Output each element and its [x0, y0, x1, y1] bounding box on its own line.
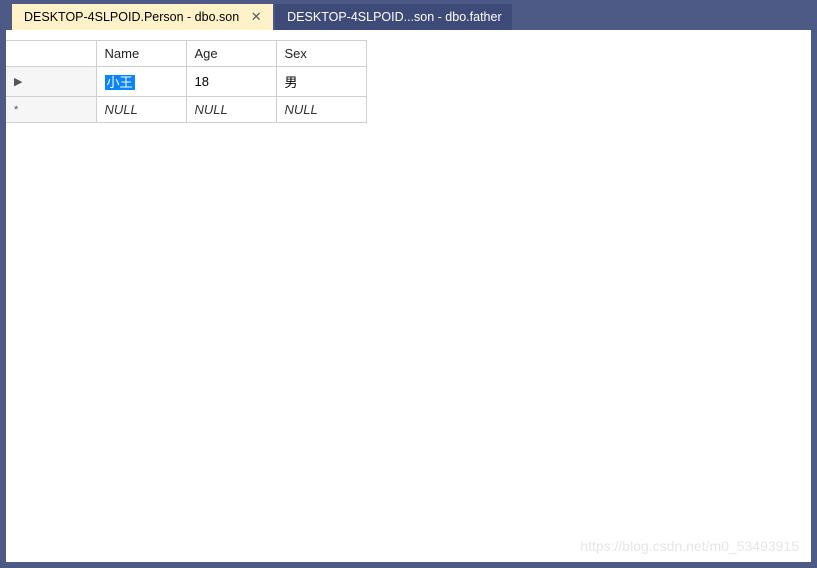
tab-bar: DESKTOP-4SLPOID.Person - dbo.son ✕ DESKT…	[0, 0, 817, 30]
tab-dbo-son[interactable]: DESKTOP-4SLPOID.Person - dbo.son ✕	[12, 4, 273, 30]
tab-label: DESKTOP-4SLPOID.Person - dbo.son	[24, 10, 239, 24]
cell-age[interactable]: 18	[186, 67, 276, 97]
data-grid[interactable]: Name Age Sex ▶ 小王 18 男 * NULL NULL NULL	[6, 40, 367, 123]
table-row[interactable]: ▶ 小王 18 男	[6, 67, 366, 97]
header-row: Name Age Sex	[6, 41, 366, 67]
row-selector-header	[6, 41, 96, 67]
cell-age[interactable]: NULL	[186, 97, 276, 123]
column-header-sex[interactable]: Sex	[276, 41, 366, 67]
close-icon[interactable]: ✕	[249, 10, 263, 24]
tab-label: DESKTOP-4SLPOID...son - dbo.father	[287, 10, 501, 24]
cell-sex[interactable]: NULL	[276, 97, 366, 123]
cell-sex[interactable]: 男	[276, 67, 366, 97]
content-area: Name Age Sex ▶ 小王 18 男 * NULL NULL NULL …	[6, 30, 811, 562]
tab-dbo-father[interactable]: DESKTOP-4SLPOID...son - dbo.father	[275, 4, 511, 30]
cell-name[interactable]: 小王	[96, 67, 186, 97]
selected-cell-value: 小王	[105, 75, 135, 90]
row-indicator[interactable]: *	[6, 97, 96, 123]
cell-name[interactable]: NULL	[96, 97, 186, 123]
column-header-age[interactable]: Age	[186, 41, 276, 67]
watermark-text: https://blog.csdn.net/m0_53493915	[580, 538, 799, 554]
table-row[interactable]: * NULL NULL NULL	[6, 97, 366, 123]
column-header-name[interactable]: Name	[96, 41, 186, 67]
row-indicator[interactable]: ▶	[6, 67, 96, 97]
